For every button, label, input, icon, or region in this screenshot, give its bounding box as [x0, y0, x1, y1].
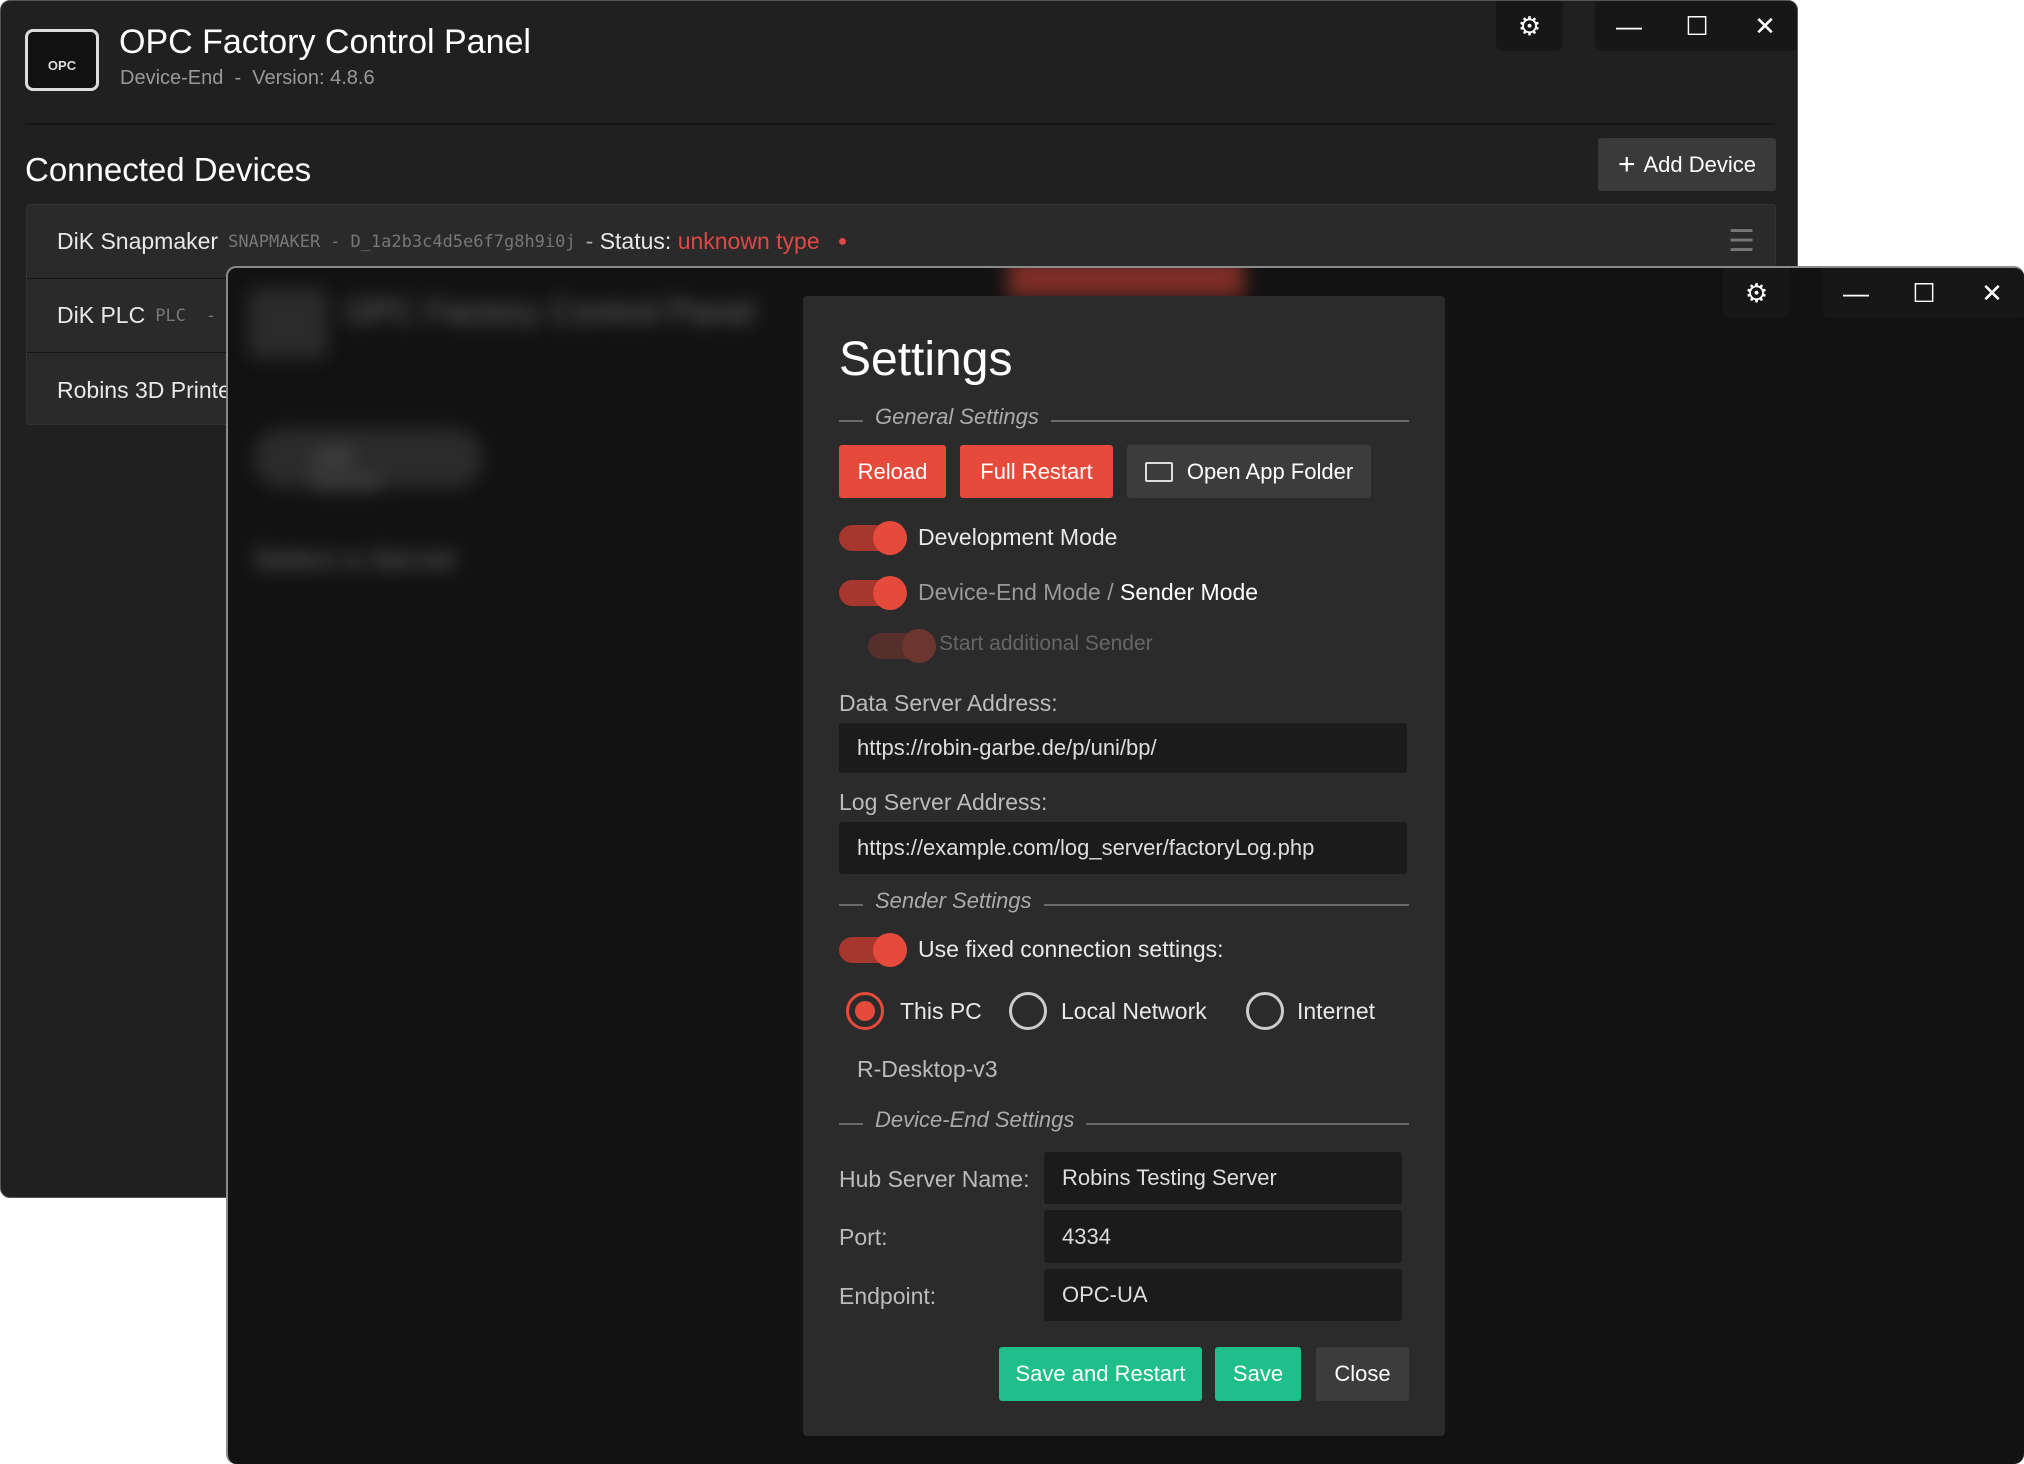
separator: /	[1107, 579, 1114, 605]
section-title: Connected Devices	[25, 151, 312, 188]
status-dot-icon: ●	[837, 232, 848, 250]
host-name: R-Desktop-v3	[857, 1056, 998, 1082]
device-name: DiK PLC	[57, 302, 146, 328]
status-value: unknown type	[677, 228, 820, 254]
fixed-connection-toggle[interactable]	[839, 933, 907, 967]
minimize-button[interactable]: —	[1822, 268, 1890, 318]
device-type: SNAPMAKER	[228, 231, 321, 252]
app-title: OPC Factory Control Panel	[119, 23, 531, 61]
blurred-banner	[1008, 268, 1244, 298]
blurred-logo	[248, 288, 328, 358]
endpoint-label: Endpoint:	[839, 1283, 937, 1309]
radio-this-pc[interactable]	[846, 992, 884, 1030]
gear-icon: ⚙	[1744, 277, 1769, 308]
legend-label: Device-End Settings	[863, 1107, 1087, 1133]
port-label: Port:	[839, 1224, 888, 1250]
app-logo: OPC	[25, 29, 99, 91]
radio-label: Internet	[1297, 998, 1375, 1024]
version-label: Version: 4.8.6	[252, 67, 375, 89]
settings-button[interactable]: ⚙	[1496, 1, 1563, 51]
save-button[interactable]: Save	[1215, 1347, 1301, 1401]
additional-sender-label: Start additional Sender	[939, 632, 1153, 655]
reload-button[interactable]: Reload	[839, 445, 946, 498]
status-label: Status:	[599, 228, 672, 254]
radio-internet[interactable]	[1246, 992, 1284, 1030]
legend-label: General Settings	[863, 404, 1051, 430]
app-subtitle: Device-End - Version: 4.8.6	[120, 67, 375, 89]
fixed-connection-label: Use fixed connection settings:	[918, 936, 1224, 962]
close-button[interactable]: ✕	[1958, 268, 2024, 318]
minimize-button[interactable]: —	[1595, 1, 1663, 51]
endpoint-input[interactable]: OPC-UA	[1044, 1269, 1402, 1321]
device-name: DiK Snapmaker	[57, 228, 219, 254]
settings-button[interactable]: ⚙	[1723, 268, 1790, 318]
add-device-button[interactable]: + Add Device	[1598, 138, 1776, 191]
mode-toggle[interactable]	[839, 576, 907, 610]
hub-name-input[interactable]: Robins Testing Server	[1044, 1152, 1402, 1204]
sliders-icon[interactable]: ☰	[1728, 224, 1755, 259]
full-restart-button[interactable]: Full Restart	[960, 445, 1113, 498]
development-mode-toggle[interactable]	[839, 521, 907, 555]
blurred-title: OPC Factory Control Panel	[343, 293, 755, 331]
radio-label: Local Network	[1061, 998, 1207, 1024]
divider	[25, 123, 1775, 125]
sender-settings-legend: Sender Settings	[839, 888, 1409, 914]
port-input[interactable]: 4334	[1044, 1210, 1402, 1263]
plus-icon: +	[1617, 147, 1636, 181]
data-server-input[interactable]: https://robin-garbe.de/p/uni/bp/	[839, 723, 1407, 773]
open-folder-label: Open App Folder	[1186, 458, 1354, 484]
additional-sender-toggle[interactable]	[868, 629, 936, 663]
add-device-label: Add Device	[1643, 151, 1757, 177]
device-id: D_1a2b3c4d5e6f7g8h9i0j	[350, 231, 576, 252]
log-server-input[interactable]: https://example.com/log_server/factoryLo…	[839, 822, 1407, 874]
device-end-mode-label: Device-End Mode	[918, 579, 1101, 605]
close-dialog-button[interactable]: Close	[1316, 1347, 1409, 1401]
development-mode-label: Development Mode	[918, 524, 1118, 550]
blurred-button: Add Device	[253, 428, 483, 495]
device-name: Robins 3D Printer	[57, 376, 239, 403]
radio-local-network[interactable]	[1009, 992, 1047, 1030]
sender-mode-label: Sender Mode	[1119, 579, 1259, 605]
gear-icon: ⚙	[1517, 10, 1542, 41]
settings-dialog: Settings General Settings Reload Full Re…	[803, 296, 1445, 1436]
blurred-heading: Select a Server	[253, 543, 459, 576]
log-server-label: Log Server Address:	[839, 789, 1048, 815]
maximize-button[interactable]: ☐	[1663, 1, 1731, 51]
device-type: PLC	[155, 305, 186, 326]
folder-icon	[1144, 461, 1173, 482]
legend-label: Sender Settings	[863, 888, 1044, 914]
general-settings-legend: General Settings	[839, 404, 1409, 430]
close-button[interactable]: ✕	[1731, 1, 1797, 51]
hub-name-label: Hub Server Name:	[839, 1166, 1030, 1192]
data-server-label: Data Server Address:	[839, 690, 1058, 716]
mode-label: Device-End	[120, 67, 224, 89]
radio-label: This PC	[900, 998, 982, 1024]
dialog-title: Settings	[839, 333, 1013, 386]
maximize-button[interactable]: ☐	[1890, 268, 1958, 318]
save-and-restart-button[interactable]: Save and Restart	[999, 1347, 1202, 1401]
open-app-folder-button[interactable]: Open App Folder	[1127, 445, 1371, 498]
device-end-settings-legend: Device-End Settings	[839, 1107, 1409, 1133]
